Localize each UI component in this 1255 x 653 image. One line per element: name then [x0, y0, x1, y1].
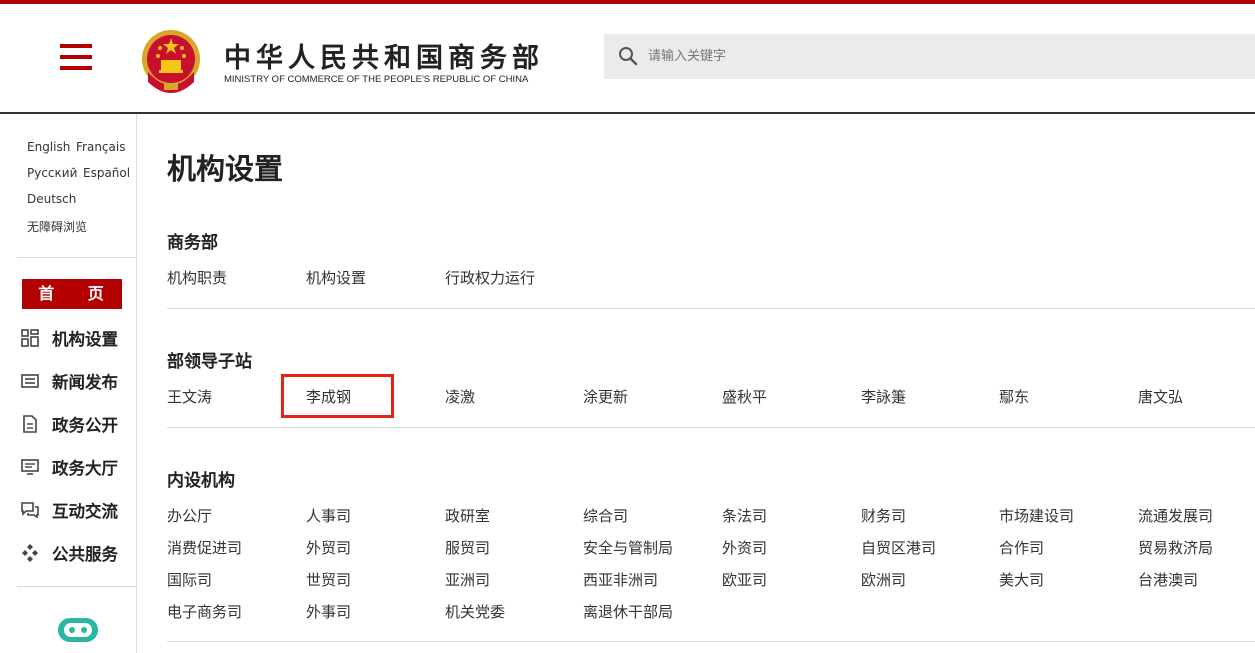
grid-icon: [21, 329, 39, 347]
service-icon: [22, 544, 38, 562]
section-divider: [167, 427, 1255, 428]
leader-link[interactable]: 李詠箑: [861, 386, 906, 407]
highlight-box: [281, 374, 394, 418]
department-link[interactable]: 消费促进司: [167, 537, 242, 558]
lang-russian-link[interactable]: Русский: [27, 166, 77, 180]
leader-link[interactable]: 盛秋平: [722, 386, 767, 407]
department-link[interactable]: 国际司: [167, 569, 212, 590]
department-link[interactable]: 机关党委: [445, 601, 505, 622]
department-link[interactable]: 外事司: [306, 601, 351, 622]
lang-german-link[interactable]: Deutsch: [27, 192, 76, 206]
sidebar-divider: [17, 586, 137, 587]
hamburger-menu-button[interactable]: [60, 44, 92, 72]
section-title-leaders: 部领导子站: [167, 352, 252, 372]
search-icon[interactable]: [618, 46, 638, 66]
site-header: 中华人民共和国商务部 MINISTRY OF COMMERCE OF THE P…: [0, 4, 1255, 112]
department-link[interactable]: 亚洲司: [445, 569, 490, 590]
nav-label: 政务公开: [52, 416, 118, 435]
department-link[interactable]: 台港澳司: [1138, 569, 1198, 590]
site-title[interactable]: 中华人民共和国商务部: [224, 36, 544, 75]
section-divider: [167, 308, 1255, 309]
lang-spanish-link[interactable]: Español: [83, 166, 130, 180]
department-link[interactable]: 外资司: [722, 537, 767, 558]
department-link[interactable]: 综合司: [583, 505, 628, 526]
nav-item-gov-affairs[interactable]: 政务公开: [20, 410, 135, 436]
national-emblem-icon[interactable]: [140, 28, 202, 94]
nav-label: 新闻发布: [52, 373, 118, 392]
hamburger-icon: [60, 44, 92, 48]
leader-link[interactable]: 凌激: [445, 386, 475, 407]
hamburger-icon-bar: [60, 55, 92, 59]
department-link[interactable]: 政研室: [445, 505, 490, 526]
chat-icon: [21, 502, 39, 519]
page-title: 机构设置: [167, 152, 284, 186]
document-icon: [23, 415, 37, 433]
department-link[interactable]: 安全与管制局: [583, 537, 673, 558]
leader-link[interactable]: 唐文弘: [1138, 386, 1183, 407]
nav-label: 机构设置: [52, 330, 118, 349]
search-input[interactable]: [648, 34, 1238, 79]
department-link[interactable]: 离退休干部局: [583, 601, 673, 622]
home-button[interactable]: 首 页: [22, 279, 122, 309]
department-link[interactable]: 市场建设司: [999, 505, 1074, 526]
accessibility-link[interactable]: 无障碍浏览: [27, 218, 87, 235]
nav-item-public-service[interactable]: 公共服务: [20, 539, 135, 565]
leader-link[interactable]: 涂更新: [583, 386, 628, 407]
department-link[interactable]: 服贸司: [445, 537, 490, 558]
department-link[interactable]: 西亚非洲司: [583, 569, 658, 590]
nav-item-news[interactable]: 新闻发布: [20, 367, 135, 393]
search-bar: [604, 34, 1255, 79]
site-subtitle: MINISTRY OF COMMERCE OF THE PEOPLE'S REP…: [224, 74, 529, 85]
department-link[interactable]: 流通发展司: [1138, 505, 1213, 526]
nav-label: 互动交流: [52, 502, 118, 521]
lang-french-link[interactable]: Français: [76, 140, 125, 154]
department-link[interactable]: 合作司: [999, 537, 1044, 558]
link-item[interactable]: 机构设置: [306, 267, 366, 288]
news-icon: [21, 374, 39, 388]
nav-label: 政务大厅: [52, 459, 118, 478]
section-divider: [167, 641, 1255, 642]
leader-link[interactable]: 王文涛: [167, 386, 212, 407]
department-link[interactable]: 人事司: [306, 505, 351, 526]
nav-item-service-hall[interactable]: 政务大厅: [20, 453, 135, 479]
nav-item-institutions[interactable]: 机构设置: [20, 324, 135, 350]
lang-english-link[interactable]: English: [27, 140, 70, 154]
department-link[interactable]: 电子商务司: [167, 601, 242, 622]
robot-icon[interactable]: [56, 614, 100, 646]
department-link[interactable]: 世贸司: [306, 569, 351, 590]
department-link[interactable]: 财务司: [861, 505, 906, 526]
department-link[interactable]: 条法司: [722, 505, 767, 526]
left-sidebar: English Français Русский Español Deutsch…: [0, 114, 137, 653]
department-link[interactable]: 欧亚司: [722, 569, 767, 590]
department-link[interactable]: 美大司: [999, 569, 1044, 590]
hamburger-icon-bar: [60, 66, 92, 70]
nav-label: 公共服务: [52, 545, 118, 564]
section-title-departments: 内设机构: [167, 471, 235, 491]
link-item[interactable]: 机构职责: [167, 267, 227, 288]
department-link[interactable]: 自贸区港司: [861, 537, 936, 558]
department-link[interactable]: 外贸司: [306, 537, 351, 558]
link-item[interactable]: 行政权力运行: [445, 267, 535, 288]
department-link[interactable]: 欧洲司: [861, 569, 906, 590]
nav-item-interaction[interactable]: 互动交流: [20, 496, 135, 522]
header-divider: [0, 112, 1255, 114]
department-link[interactable]: 办公厅: [167, 505, 212, 526]
sidebar-divider: [17, 257, 137, 258]
monitor-icon: [21, 459, 39, 475]
department-link[interactable]: 贸易救济局: [1138, 537, 1213, 558]
leader-link[interactable]: 鄢东: [999, 386, 1029, 407]
section-title-mofcom: 商务部: [167, 233, 218, 253]
